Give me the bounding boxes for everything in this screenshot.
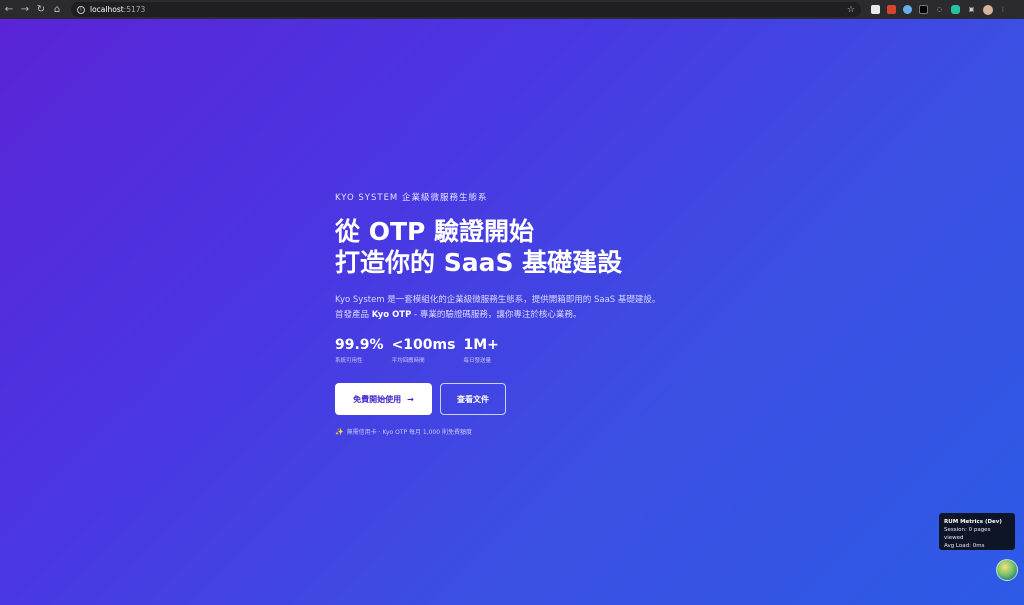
puzzle-icon[interactable]: ▣ bbox=[967, 5, 976, 14]
floating-widget-button[interactable] bbox=[996, 559, 1018, 581]
desc-line-2: 首發產品 Kyo OTP - 專業的驗證碼服務，讓你專注於核心業務。 bbox=[335, 308, 755, 323]
extension-icon[interactable] bbox=[919, 5, 928, 14]
profile-avatar[interactable] bbox=[983, 4, 993, 15]
bookmark-star-icon[interactable]: ☆ bbox=[847, 5, 855, 15]
menu-dots-icon[interactable]: ⋮ bbox=[1000, 5, 1006, 14]
stat-value: 1M+ bbox=[463, 337, 499, 353]
headline-line-2: 打造你的 SaaS 基礎建設 bbox=[335, 248, 623, 277]
stat-value: 99.9% bbox=[335, 337, 384, 353]
desc-prefix: 首發產品 bbox=[335, 310, 372, 320]
rum-session: Session: 0 pages viewed bbox=[944, 527, 991, 541]
cta-row: 免費開始使用 → 查看文件 bbox=[335, 383, 755, 415]
free-tier-note: ✨ 無需信用卡 · Kyo OTP 每月 1,000 則免費額度 bbox=[335, 427, 755, 437]
stat-response-time: <100ms 平均回應時間 bbox=[392, 337, 456, 364]
home-icon[interactable]: ⌂ bbox=[49, 2, 65, 18]
desc-suffix: - 專業的驗證碼服務，讓你專注於核心業務。 bbox=[411, 310, 582, 320]
free-tier-text: 無需信用卡 · Kyo OTP 每月 1,000 則免費額度 bbox=[346, 429, 472, 436]
browser-toolbar: ← → ↻ ⌂ i localhost:5173 ☆ ◌ ▣ ⋮ bbox=[0, 0, 1024, 19]
forward-icon[interactable]: → bbox=[17, 2, 33, 18]
sparkle-icon: ✨ bbox=[335, 427, 344, 436]
view-docs-button[interactable]: 查看文件 bbox=[440, 383, 506, 415]
back-icon[interactable]: ← bbox=[1, 2, 17, 18]
stat-label: 系統可用性 bbox=[335, 358, 363, 364]
stat-value: <100ms bbox=[391, 337, 456, 353]
url-host: localhost bbox=[90, 5, 124, 14]
rum-title: RUM Metrics (Dev) bbox=[944, 519, 1002, 525]
hero-description: Kyo System 是一套模組化的企業級微服務生態系，提供開箱即用的 SaaS… bbox=[335, 293, 755, 323]
landing-page: KYO SYSTEM 企業級微服務生態系 從 OTP 驗證開始 打造你的 Saa… bbox=[0, 19, 1024, 605]
extension-icon[interactable] bbox=[871, 5, 880, 14]
headline-line-1: 從 OTP 驗證開始 bbox=[335, 217, 535, 246]
stat-label: 每日發送量 bbox=[463, 358, 491, 364]
start-free-label: 免費開始使用 bbox=[353, 394, 402, 404]
url-port: :5173 bbox=[123, 5, 146, 14]
stat-uptime: 99.9% 系統可用性 bbox=[335, 337, 384, 364]
extensions-row: ◌ ▣ ⋮ bbox=[871, 4, 1006, 15]
stat-label: 平均回應時間 bbox=[391, 358, 425, 364]
site-info-icon[interactable]: i bbox=[77, 5, 85, 14]
rum-metrics-panel: RUM Metrics (Dev) Session: 0 pages viewe… bbox=[939, 513, 1015, 550]
extension-icon[interactable] bbox=[887, 5, 896, 14]
extension-icon[interactable]: ◌ bbox=[935, 5, 944, 14]
start-free-button[interactable]: 免費開始使用 → bbox=[335, 383, 432, 415]
arrow-right-icon: → bbox=[407, 394, 414, 404]
extension-icon[interactable] bbox=[951, 5, 960, 14]
hero-section: KYO SYSTEM 企業級微服務生態系 從 OTP 驗證開始 打造你的 Saa… bbox=[335, 191, 755, 436]
desc-line-1: Kyo System 是一套模組化的企業級微服務生態系，提供開箱即用的 SaaS… bbox=[335, 295, 661, 305]
rum-avg-load: Avg Load: 0ms bbox=[944, 543, 985, 549]
stats-row: 99.9% 系統可用性 <100ms 平均回應時間 1M+ 每日發送量 bbox=[335, 337, 755, 364]
extension-icon[interactable] bbox=[903, 5, 912, 14]
reload-icon[interactable]: ↻ bbox=[33, 2, 49, 18]
hero-eyebrow: KYO SYSTEM 企業級微服務生態系 bbox=[335, 193, 488, 203]
address-bar[interactable]: i localhost:5173 ☆ bbox=[71, 2, 861, 17]
stat-daily-volume: 1M+ 每日發送量 bbox=[463, 337, 498, 364]
hero-headline: 從 OTP 驗證開始 打造你的 SaaS 基礎建設 bbox=[335, 216, 755, 278]
desc-product-name: Kyo OTP bbox=[371, 310, 412, 320]
